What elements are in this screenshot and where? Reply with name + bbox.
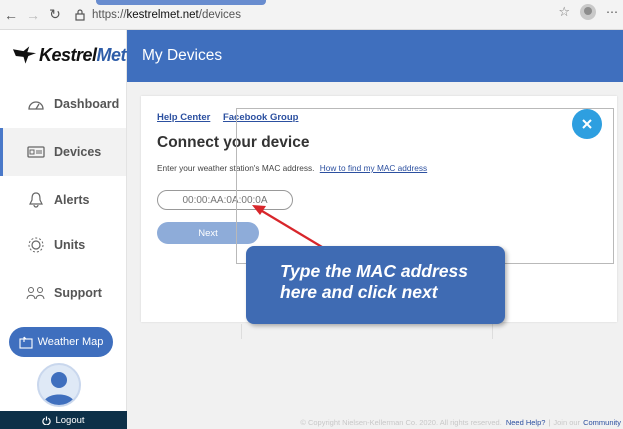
footer: © Copyright Nielsen-Kellerman Co. 2020. … [127,416,623,429]
community-link[interactable]: Community [583,418,621,427]
need-help-link[interactable]: Need Help? [506,418,546,427]
callout-guide [241,324,493,339]
join-text: Join our [553,418,581,427]
instruction-callout: Type the MAC address here and click next [246,246,505,324]
annotation-arrow [252,205,323,248]
copyright-text: © Copyright Nielsen-Kellerman Co. 2020. … [300,418,502,427]
